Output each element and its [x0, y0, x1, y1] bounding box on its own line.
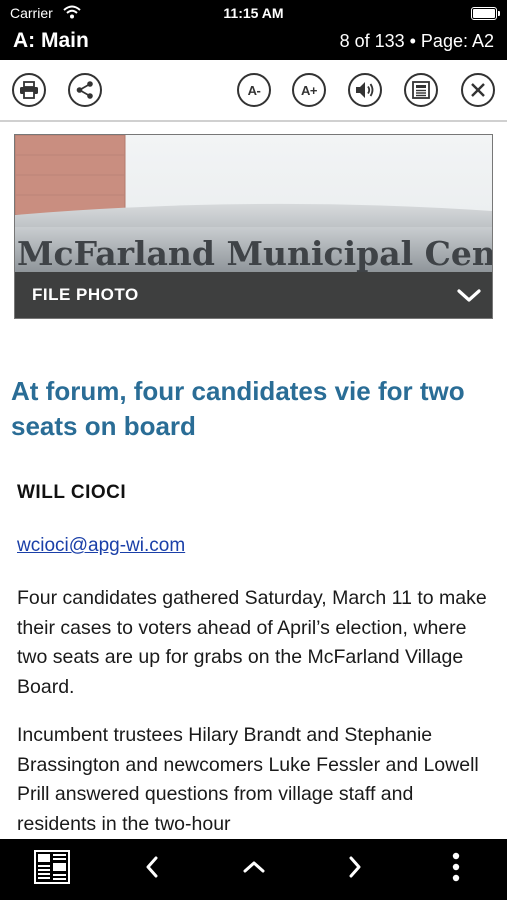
- speaker-icon: [354, 80, 376, 100]
- photo-caption: FILE PHOTO: [32, 285, 139, 304]
- scroll-up-button[interactable]: [234, 851, 274, 887]
- audio-button[interactable]: [348, 73, 382, 107]
- article-byline: WILL CIOCI: [17, 482, 127, 503]
- article-photo[interactable]: McFarland Municipal Cen FILE PHOTO: [14, 134, 493, 319]
- title-bar: A: Main 8 of 133 • Page: A2: [0, 26, 507, 60]
- battery-icon: [471, 7, 500, 20]
- previous-article-button[interactable]: [132, 851, 172, 887]
- chevron-right-icon: [348, 856, 362, 883]
- page-thumbnails-button[interactable]: [32, 849, 72, 889]
- article-paragraph: Incumbent trustees Hilary Brandt and Ste…: [17, 724, 479, 835]
- section-title[interactable]: A: Main: [13, 29, 89, 53]
- photo-caption-bar: FILE PHOTO: [15, 272, 492, 318]
- status-bar: Carrier 11:15 AM: [0, 0, 507, 26]
- article-headline: At forum, four candidates vie for two se…: [11, 376, 465, 441]
- article-paragraph: Four candidates gathered Saturday, March…: [17, 587, 487, 698]
- clock: 11:15 AM: [223, 5, 284, 21]
- sign-text: McFarland Municipal Cen: [17, 234, 492, 273]
- print-button[interactable]: [12, 73, 46, 107]
- share-button[interactable]: [68, 73, 102, 107]
- newspaper-icon: [34, 849, 70, 889]
- font-increase-label: A+: [301, 82, 317, 98]
- chevron-left-icon: [145, 856, 159, 883]
- more-options-button[interactable]: [436, 851, 476, 887]
- more-vertical-icon: [452, 852, 460, 887]
- chevron-up-icon: [243, 860, 265, 879]
- page-view-button[interactable]: [404, 73, 438, 107]
- next-article-button[interactable]: [335, 851, 375, 887]
- close-button[interactable]: [461, 73, 495, 107]
- font-decrease-button[interactable]: A-: [237, 73, 271, 107]
- share-icon: [75, 80, 95, 100]
- author-email-link[interactable]: wcioci@apg-wi.com: [17, 535, 185, 557]
- page-indicator: 8 of 133 • Page: A2: [339, 31, 494, 51]
- newspaper-page-icon: [411, 80, 431, 100]
- font-decrease-label: A-: [247, 82, 261, 98]
- article-toolbar: A- A+: [0, 60, 507, 122]
- font-increase-button[interactable]: A+: [292, 73, 326, 107]
- printer-icon: [19, 81, 39, 99]
- chevron-down-icon[interactable]: [456, 284, 482, 306]
- bottom-nav-bar: [0, 839, 507, 900]
- close-icon: [469, 81, 487, 99]
